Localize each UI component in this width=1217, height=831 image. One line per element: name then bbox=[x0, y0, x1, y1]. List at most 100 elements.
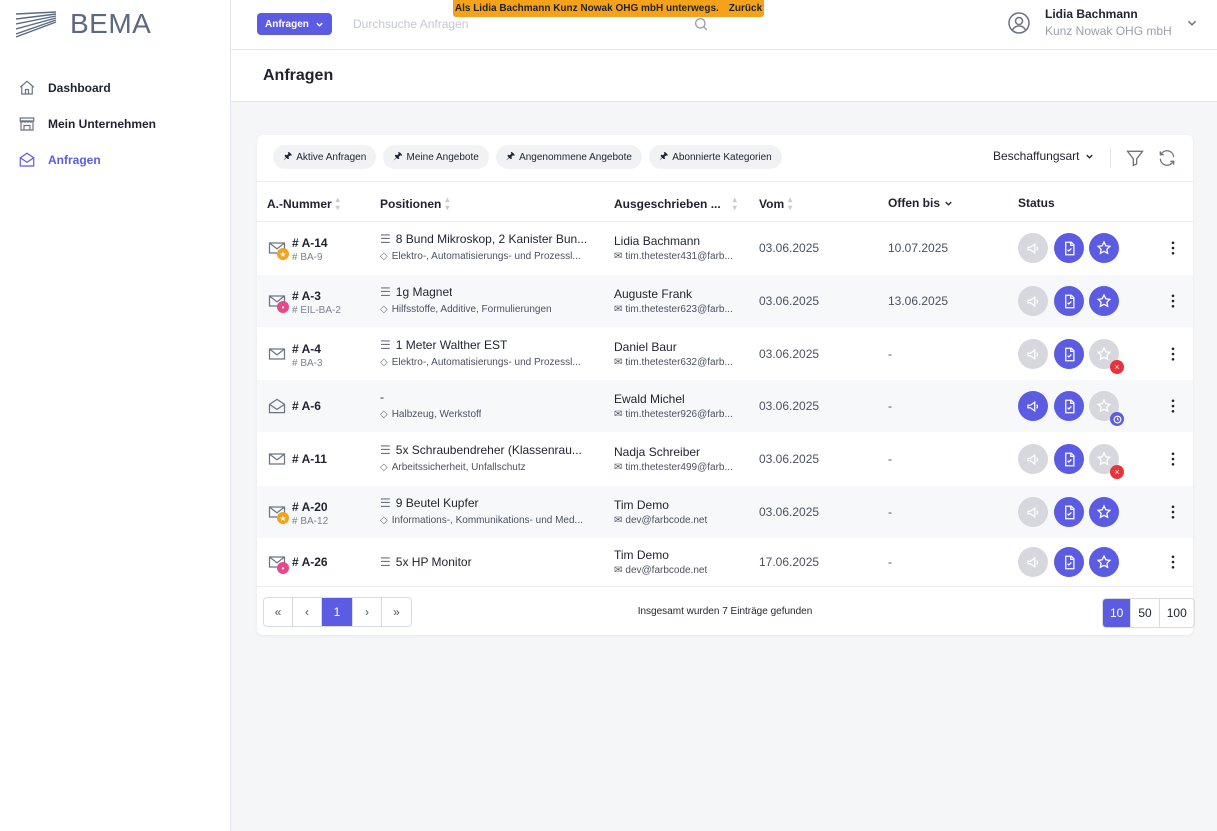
positions-text: ☰ 5x Schraubendreher (Klassenrau... bbox=[380, 443, 582, 457]
col-a-nummer[interactable]: A.-Nummer ▴ ▾ bbox=[267, 196, 340, 212]
request-number[interactable]: # A-3 # EIL-BA-2 bbox=[292, 289, 341, 316]
positions-text: ☰ 1 Meter Walther EST bbox=[380, 338, 508, 352]
document-button[interactable] bbox=[1054, 547, 1084, 577]
document-button[interactable] bbox=[1054, 286, 1084, 316]
banner-back-link[interactable]: Zurück bbox=[729, 3, 762, 14]
megaphone-icon bbox=[1026, 556, 1038, 568]
pin-icon: 🖈︎ bbox=[505, 150, 516, 162]
author-name: Tim Demo bbox=[614, 498, 669, 512]
favorite-button[interactable]: × bbox=[1089, 339, 1124, 374]
col-positionen[interactable]: Positionen ▴ ▾ bbox=[380, 196, 449, 212]
request-number[interactable]: # A-6 bbox=[292, 399, 321, 413]
announce-button[interactable] bbox=[1018, 547, 1048, 577]
mail-icon: ✉︎ bbox=[614, 515, 623, 526]
chip-angenommene-angebote[interactable]: 🖈︎ Angenommene Angebote bbox=[495, 145, 642, 169]
more-options-icon[interactable] bbox=[1166, 241, 1180, 255]
mail-icon: ✉︎ bbox=[614, 251, 623, 262]
search-icon[interactable] bbox=[693, 16, 709, 32]
chip-meine-angebote[interactable]: 🖈︎ Meine Angebote bbox=[383, 145, 489, 169]
request-subnumber: # BA-12 bbox=[292, 516, 329, 527]
col-offen-bis[interactable]: Offen bis bbox=[888, 196, 953, 210]
table-row[interactable]: # A-4 # BA-3 ☰ 1 Meter Walther EST ◇ Elektro-… bbox=[257, 328, 1193, 380]
request-number[interactable]: # A-11 bbox=[292, 452, 327, 466]
page-size-50[interactable]: 50 bbox=[1131, 599, 1160, 627]
user-menu[interactable]: Lidia Bachmann Kunz Nowak OHG mbH bbox=[1007, 7, 1198, 38]
rejected-badge-icon: × bbox=[1110, 360, 1124, 374]
announce-button[interactable] bbox=[1018, 444, 1048, 474]
sidebar-item-dashboard[interactable]: Dashboard bbox=[0, 70, 230, 106]
request-number[interactable]: # A-14 # BA-9 bbox=[292, 236, 328, 263]
fire-badge-icon: • bbox=[277, 562, 289, 574]
request-number[interactable]: # A-20 # BA-12 bbox=[292, 500, 328, 527]
more-options-icon[interactable] bbox=[1166, 294, 1180, 308]
table-row[interactable]: • # A-3 # EIL-BA-2 ☰ 1g Magnet ◇ Hilfsstoffe, … bbox=[257, 275, 1193, 327]
positions-text: ☰ 8 Bund Mikroskop, 2 Kanister Bun... bbox=[380, 232, 588, 246]
page-title: Anfragen bbox=[263, 67, 334, 84]
document-button[interactable] bbox=[1054, 444, 1084, 474]
announce-button[interactable] bbox=[1018, 286, 1048, 316]
col-vom[interactable]: Vom ▴ ▾ bbox=[759, 196, 792, 212]
chip-abonnierte-kategorien[interactable]: 🖈︎ Abonnierte Kategorien bbox=[648, 145, 782, 169]
logo[interactable]: BEMA bbox=[16, 8, 151, 40]
more-options-icon[interactable] bbox=[1166, 399, 1180, 413]
refresh-icon[interactable] bbox=[1157, 148, 1177, 168]
document-button[interactable] bbox=[1054, 339, 1084, 369]
document-button[interactable] bbox=[1054, 233, 1084, 263]
category-text: ◇ Arbeitssicherheit, Unfallschutz bbox=[380, 462, 526, 473]
request-number[interactable]: # A-26 bbox=[292, 555, 328, 569]
document-icon bbox=[1064, 452, 1074, 466]
table-row[interactable]: • # A-26 ☰ 5x HP Monitor Tim Demo ✉︎ dev@farbc… bbox=[257, 538, 1193, 586]
star-icon bbox=[1096, 293, 1112, 308]
page-size-10[interactable]: 10 bbox=[1103, 599, 1132, 627]
table-row[interactable]: # A-11 ☰ 5x Schraubendreher (Klassenrau...… bbox=[257, 433, 1193, 485]
date-vom: 17.06.2025 bbox=[759, 555, 820, 569]
favorite-button[interactable] bbox=[1089, 547, 1119, 577]
sidebar-item-anfragen[interactable]: Anfragen bbox=[0, 142, 230, 178]
favorite-button[interactable] bbox=[1089, 497, 1119, 527]
announce-button[interactable] bbox=[1018, 391, 1048, 421]
announce-button[interactable] bbox=[1018, 339, 1048, 369]
date-offen-bis: 13.06.2025 bbox=[888, 294, 949, 308]
list-icon: ☰ bbox=[380, 443, 391, 457]
author-name: Nadja Schreiber bbox=[614, 445, 701, 459]
chevron-down-icon bbox=[1085, 154, 1093, 159]
announce-button[interactable] bbox=[1018, 497, 1048, 527]
logo-mark-icon bbox=[16, 11, 57, 38]
sidebar-item-mein-unternehmen[interactable]: Mein Unternehmen bbox=[0, 106, 230, 142]
table-row[interactable]: # A-6 - ◇ Halbzeug, Werkstoff Ewald Michel ✉︎… bbox=[257, 380, 1193, 432]
document-button[interactable] bbox=[1054, 391, 1084, 421]
category-text: ◇ Hilfsstoffe, Additive, Formulierungen bbox=[380, 304, 552, 315]
home-icon bbox=[19, 80, 35, 95]
beschaffungsart-dropdown[interactable]: Beschaffungsart bbox=[993, 149, 1094, 163]
more-options-icon[interactable] bbox=[1166, 505, 1180, 519]
favorite-button[interactable] bbox=[1089, 233, 1119, 263]
mail-icon: ✉︎ bbox=[614, 357, 623, 368]
col-ausgeschrieben[interactable]: Ausgeschrieben ... ▴ ▾ bbox=[614, 196, 737, 212]
date-vom: 03.06.2025 bbox=[759, 452, 820, 466]
document-icon bbox=[1064, 555, 1074, 569]
author-email: ✉︎ tim.thetester926@farb... bbox=[614, 409, 733, 420]
announce-button[interactable] bbox=[1018, 233, 1048, 263]
more-options-icon[interactable] bbox=[1166, 555, 1180, 569]
star-icon bbox=[1096, 398, 1112, 413]
table-row[interactable]: ★ # A-14 # BA-9 ☰ 8 Bund Mikroskop, 2 Kanist… bbox=[257, 222, 1193, 274]
document-button[interactable] bbox=[1054, 497, 1084, 527]
mail-icon: ✉︎ bbox=[614, 565, 623, 576]
search-input[interactable] bbox=[353, 16, 713, 32]
divider bbox=[1110, 148, 1111, 168]
chip-aktive-anfragen[interactable]: 🖈︎ Aktive Anfragen bbox=[273, 145, 377, 169]
favorite-button[interactable] bbox=[1089, 391, 1124, 426]
filter-icon[interactable] bbox=[1125, 148, 1145, 168]
favorite-button[interactable] bbox=[1089, 286, 1119, 316]
more-options-icon[interactable] bbox=[1166, 347, 1180, 361]
favorite-button[interactable]: × bbox=[1089, 444, 1124, 479]
search-scope-button[interactable]: Anfragen bbox=[257, 13, 332, 35]
mail-icon bbox=[268, 348, 286, 360]
author-name: Tim Demo bbox=[614, 548, 669, 562]
logo-text: BEMA bbox=[70, 8, 152, 39]
table-row[interactable]: ★ # A-20 # BA-12 ☰ 9 Beutel Kupfer ◇ Informati… bbox=[257, 486, 1193, 538]
page-size-100[interactable]: 100 bbox=[1160, 599, 1194, 627]
request-number[interactable]: # A-4 # BA-3 bbox=[292, 342, 323, 369]
megaphone-icon bbox=[1026, 506, 1038, 518]
more-options-icon[interactable] bbox=[1166, 452, 1180, 466]
